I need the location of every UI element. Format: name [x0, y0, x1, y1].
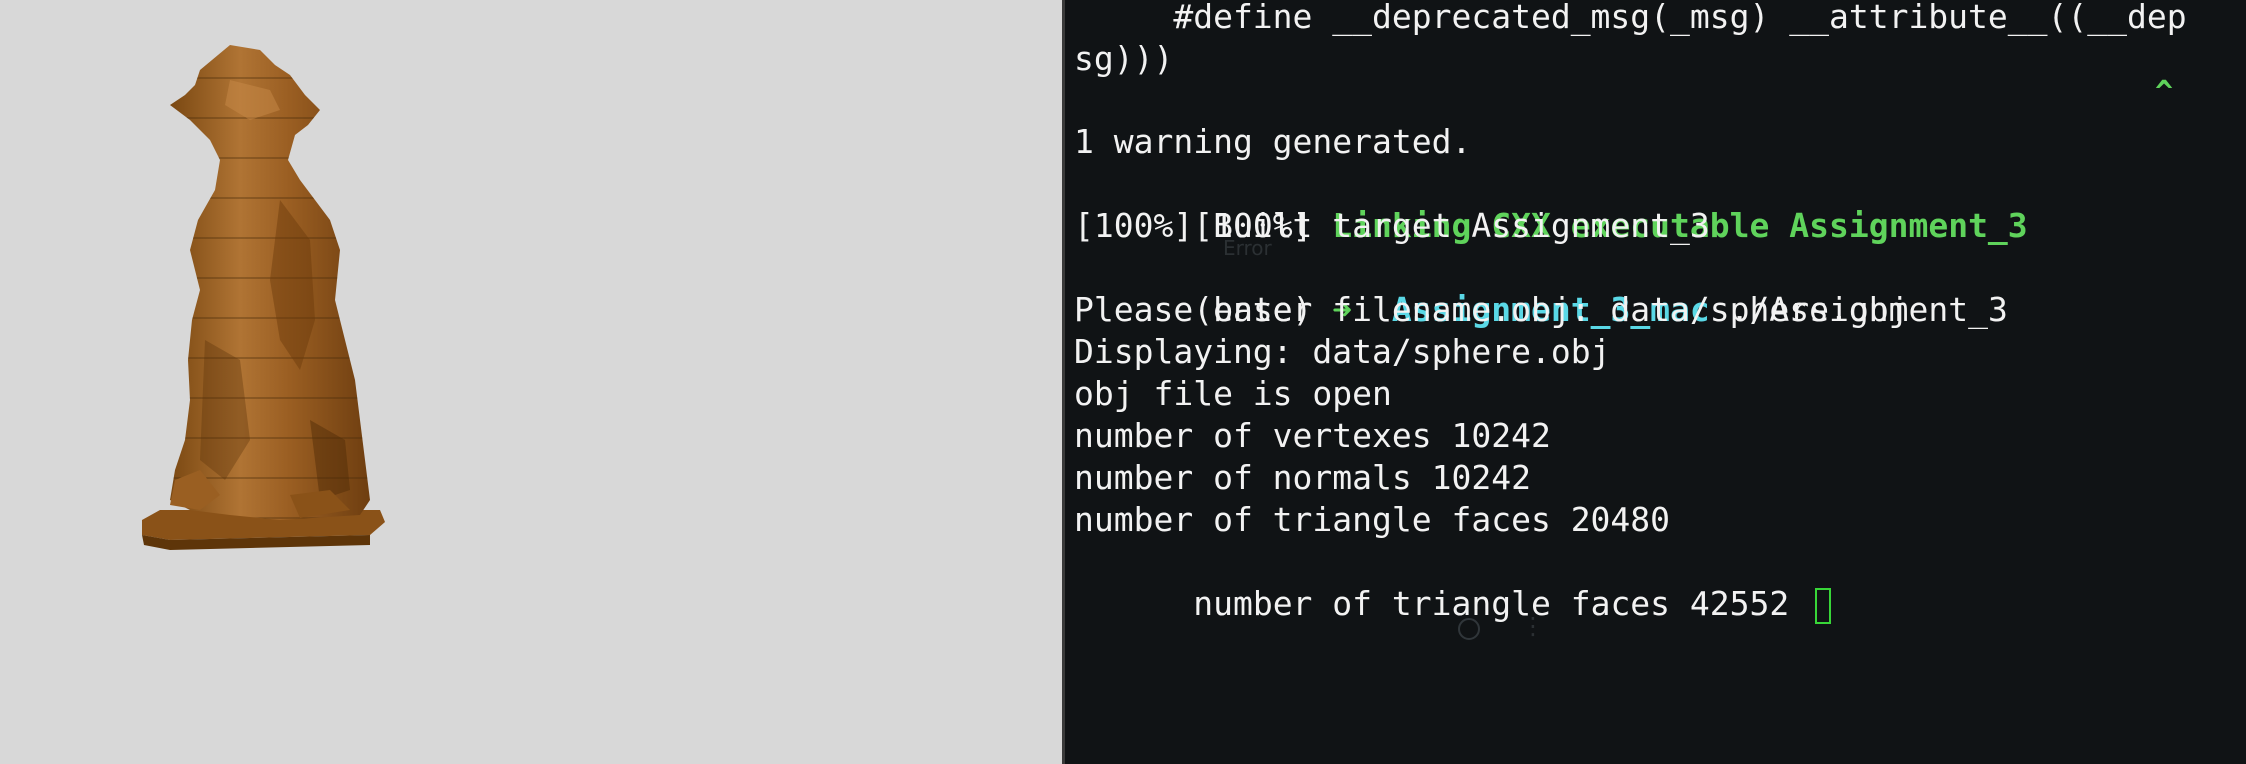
terminal-line: Please enter filename.obj: data/sphere.o…	[1074, 290, 1909, 329]
3d-model-render	[142, 45, 385, 550]
screen: Error ⋮ #define __deprecated_msg(_msg) _…	[0, 0, 2246, 764]
terminal-line: obj file is open	[1074, 374, 1392, 413]
terminal-cursor[interactable]	[1815, 587, 1832, 624]
terminal-line: 1 warning generated.	[1074, 122, 1472, 161]
terminal-line: [100%] Built target Assignment_3	[1074, 206, 1710, 245]
terminal-line-text: number of triangle faces 42552	[1193, 584, 1810, 623]
terminal-input-line[interactable]: number of triangle faces 42552	[1074, 541, 1832, 624]
terminal-window[interactable]: Error ⋮ #define __deprecated_msg(_msg) _…	[1065, 0, 2246, 764]
terminal-line: Displaying: data/sphere.obj	[1074, 332, 1611, 371]
terminal-line: number of normals 10242	[1074, 458, 1531, 497]
caret-marker: ^	[2155, 75, 2174, 110]
terminal-line: number of vertexes 10242	[1074, 416, 1551, 455]
terminal-line: [100%] Linking CXX executable Assignment…	[1074, 163, 2027, 245]
terminal-line: #define __deprecated_msg(_msg) __attribu…	[1074, 0, 2187, 36]
opengl-viewport[interactable]	[0, 0, 1062, 764]
prompt-line: (base) ➜ Assignment_3_mac ./Assignment_3	[1074, 247, 2008, 329]
terminal-line: number of triangle faces 20480	[1074, 500, 1671, 539]
terminal-line: sg)))	[1074, 39, 1174, 78]
